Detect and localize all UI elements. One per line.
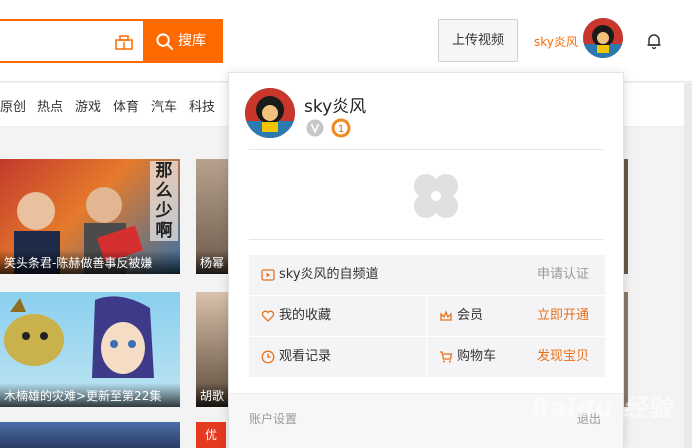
video-badge: 优 — [196, 422, 226, 448]
watermark: Baidu 经验 — [531, 394, 673, 422]
search-button-label: 搜库 — [178, 33, 206, 49]
video-caption: 笑头条君-陈赫做善事反被嫌 — [0, 250, 180, 274]
category-tech[interactable]: 科技 — [189, 96, 215, 115]
menu-panel: sky炎风的自频道 申请认证 我的收藏 会员 立即开通 观看记录 购物车 发现宝… — [249, 255, 605, 377]
avatar[interactable] — [583, 18, 623, 58]
video-thumbnail[interactable]: 杨幂 — [196, 159, 228, 274]
apply-certification-link[interactable]: 申请认证 — [537, 255, 589, 295]
video-caption: 胡歌 — [196, 383, 228, 407]
search-button[interactable]: 搜库 — [145, 19, 223, 63]
level-icon[interactable]: 1 — [331, 118, 351, 138]
open-membership-link[interactable]: 立即开通 — [537, 296, 589, 336]
scrollbar[interactable] — [684, 83, 692, 448]
video-overlay-text: 那么少啊 — [150, 161, 178, 241]
category-hot[interactable]: 热点 — [37, 96, 63, 115]
favorites-link[interactable]: 我的收藏 — [279, 296, 331, 336]
video-thumbnail[interactable] — [0, 422, 180, 448]
channel-row[interactable]: sky炎风的自频道 申请认证 — [249, 255, 605, 295]
search-input[interactable] — [0, 19, 145, 63]
video-caption: 木楠雄的灾难>更新至第22集 — [0, 383, 180, 407]
video-caption: 杨幂 — [196, 250, 228, 274]
favorites-member-row: 我的收藏 会员 立即开通 — [249, 296, 605, 336]
member-link[interactable]: 会员 — [457, 296, 483, 336]
discover-items-link[interactable]: 发现宝贝 — [537, 337, 589, 377]
search-icon — [156, 33, 174, 51]
history-cart-row: 观看记录 购物车 发现宝贝 — [249, 337, 605, 377]
username-link[interactable]: sky炎风 — [534, 33, 578, 50]
divider — [249, 239, 603, 240]
upload-video-button[interactable]: 上传视频 — [438, 19, 518, 62]
video-thumbnail[interactable]: 那么少啊 笑头条君-陈赫做善事反被嫌 — [0, 159, 180, 274]
level-number: 1 — [338, 124, 344, 135]
dropdown-username[interactable]: sky炎风 — [304, 92, 366, 117]
bell-icon[interactable] — [645, 32, 663, 50]
search-bar: 搜库 — [0, 19, 223, 63]
category-original[interactable]: 原创 — [0, 96, 26, 115]
clock-icon — [261, 350, 275, 364]
video-thumbnail[interactable]: 木楠雄的灾难>更新至第22集 — [0, 292, 180, 407]
account-settings-link[interactable]: 账户设置 — [249, 410, 297, 427]
cart-icon — [440, 351, 453, 363]
channel-icon — [261, 269, 275, 281]
camera-icon[interactable] — [114, 32, 134, 52]
dropdown-avatar[interactable] — [245, 88, 295, 138]
top-bar: 搜库 上传视频 sky炎风 — [0, 0, 692, 82]
video-thumbnail[interactable]: 胡歌 — [196, 292, 228, 407]
divider — [249, 149, 603, 150]
crown-icon — [440, 310, 452, 321]
category-sports[interactable]: 体育 — [113, 96, 139, 115]
heart-icon — [261, 310, 275, 322]
clover-placeholder-icon — [414, 174, 458, 218]
v-icon[interactable] — [306, 119, 324, 137]
category-games[interactable]: 游戏 — [75, 96, 101, 115]
cart-link[interactable]: 购物车 — [457, 337, 496, 377]
category-autos[interactable]: 汽车 — [151, 96, 177, 115]
channel-link[interactable]: sky炎风的自频道 — [279, 255, 379, 295]
watch-history-link[interactable]: 观看记录 — [279, 337, 331, 377]
